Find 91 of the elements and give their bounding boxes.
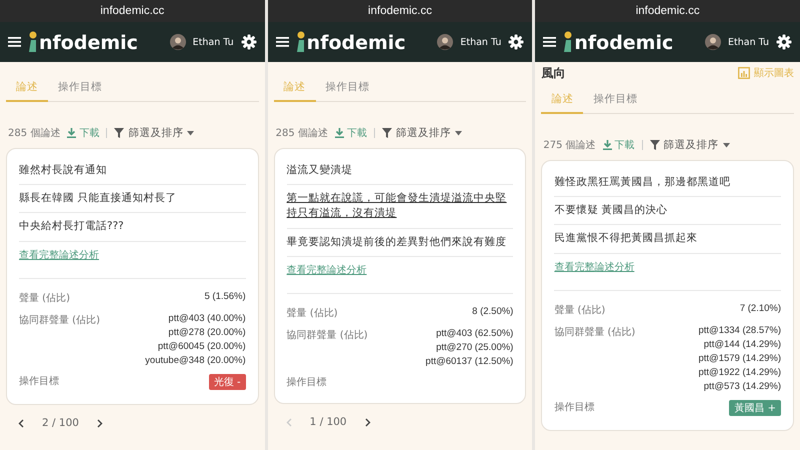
page-indicator: 2 / 100 [42, 417, 79, 430]
group-volume-value: ptt@1922 (14.29%) [698, 366, 782, 378]
next-page-button[interactable] [94, 416, 105, 430]
group-volume-value: ptt@270 (25.00%) [436, 342, 514, 353]
menu-icon[interactable] [8, 37, 21, 47]
filter-icon [650, 140, 660, 150]
download-icon [67, 128, 76, 138]
group-volume-label: 協同群聲量 (佔比) [554, 326, 636, 339]
download-button[interactable]: 下載 [602, 138, 635, 152]
filter-sort-button[interactable]: 篩選及排序 [382, 126, 462, 140]
settings-icon[interactable] [776, 34, 792, 50]
url-text: infodemic.cc [100, 5, 164, 17]
argument-sentence: 中央給村長打電話??? [19, 213, 246, 242]
logo-text: nfodemic [306, 34, 406, 53]
argument-sentence: 縣長在韓國 只能直接通知村長了 [19, 185, 246, 214]
target-tag[interactable]: 黃國昌 + [729, 400, 782, 416]
argument-sentence: 雖然村長說有通知 [19, 157, 246, 186]
download-button[interactable]: 下載 [334, 126, 367, 140]
menu-icon[interactable] [276, 37, 289, 47]
settings-icon[interactable] [240, 34, 257, 50]
next-page-button[interactable] [362, 416, 373, 429]
volume-label: 聲量 (佔比) [554, 304, 606, 317]
caret-icon [187, 130, 194, 136]
group-volume-label: 協同群聲量 (佔比) [19, 314, 100, 327]
tab[interactable]: 論述 [6, 76, 48, 102]
logo-icon [563, 31, 574, 53]
group-volume-value: ptt@403 (40.00%) [168, 312, 246, 324]
full-analysis-link[interactable]: 查看完整論述分析 [286, 256, 367, 277]
volume-label: 聲量 (佔比) [286, 306, 338, 320]
user-name: Ethan Tu [460, 36, 502, 48]
download-icon [334, 128, 344, 138]
argument-sentence: 溢流又變潰堤 [286, 157, 514, 186]
logo-icon [28, 31, 38, 53]
filter-sort-button[interactable]: 篩選及排序 [650, 138, 730, 152]
group-volume-value: ptt@60045 (20.00%) [158, 340, 246, 352]
full-analysis-link[interactable]: 查看完整論述分析 [554, 254, 634, 274]
tab[interactable]: 操作目標 [316, 76, 380, 102]
caret-icon [722, 142, 730, 148]
tab[interactable]: 操作目標 [583, 88, 648, 114]
volume-label: 聲量 (佔比) [19, 292, 70, 305]
group-volume-value: ptt@1579 (14.29%) [698, 352, 782, 364]
download-icon [602, 140, 612, 150]
tab[interactable]: 論述 [541, 88, 584, 114]
filter-icon [114, 128, 124, 138]
show-chart-button[interactable]: 顯示圖表 [738, 66, 794, 80]
url-text: infodemic.cc [368, 5, 432, 17]
volume-value: 5 (1.56%) [204, 290, 246, 302]
download-button[interactable]: 下載 [67, 126, 100, 140]
avatar-icon[interactable] [437, 34, 454, 50]
argument-sentence: 民進黨恨不得把黃國昌抓起來 [554, 225, 782, 254]
avatar-icon[interactable] [705, 34, 722, 50]
filter-icon [382, 128, 392, 138]
page-heading: 風向 [541, 64, 566, 82]
user-name: Ethan Tu [192, 36, 234, 48]
menu-icon[interactable] [543, 37, 556, 47]
target-label: 操作目標 [554, 400, 594, 414]
url-text: infodemic.cc [636, 5, 700, 17]
previous-page-button[interactable] [16, 416, 26, 430]
page-indicator: 1 / 100 [310, 416, 347, 428]
volume-value: 8 (2.50%) [472, 306, 514, 317]
group-volume-value: youtube@348 (20.00%) [145, 354, 246, 366]
logo-icon [296, 31, 306, 53]
group-volume-value: ptt@278 (20.00%) [168, 326, 246, 338]
volume-value: 7 (2.10%) [740, 302, 782, 314]
argument-sentence: 難怪政黑狂罵黃國昌，那邊都黑道吧 [554, 169, 782, 198]
avatar-icon[interactable] [170, 34, 186, 50]
group-volume-value: ptt@60137 (12.50%) [426, 356, 514, 367]
argument-count: 285 個論述 [276, 126, 328, 140]
settings-icon[interactable] [508, 34, 524, 50]
logo-text: nfodemic [574, 34, 674, 53]
argument-count: 285 個論述 [8, 126, 60, 140]
logo-text: nfodemic [39, 34, 138, 53]
argument-sentence: 畢竟要認知潰堤前後的差異對他們來說有難度 [286, 228, 514, 257]
argument-count: 275 個論述 [543, 138, 596, 152]
group-volume-label: 協同群聲量 (佔比) [286, 328, 368, 342]
target-label: 操作目標 [19, 374, 59, 388]
group-volume-value: ptt@403 (62.50%) [436, 328, 514, 339]
argument-sentence: 不要懷疑 黃國昌的決心 [554, 197, 782, 226]
user-name: Ethan Tu [728, 36, 770, 48]
tab[interactable]: 操作目標 [48, 76, 112, 102]
target-label: 操作目標 [286, 376, 327, 389]
group-volume-value: ptt@1334 (28.57%) [698, 324, 782, 336]
argument-sentence[interactable]: 第一點就在說謊，可能會發生潰堤溢流中央堅持只有溢流，沒有潰堤 [286, 185, 514, 229]
chart-icon [738, 67, 750, 79]
target-tag[interactable]: 光復 - [208, 374, 246, 390]
group-volume-value: ptt@144 (14.29%) [704, 338, 782, 350]
tab[interactable]: 論述 [274, 76, 316, 102]
filter-sort-button[interactable]: 篩選及排序 [114, 126, 194, 140]
full-analysis-link[interactable]: 查看完整論述分析 [19, 242, 99, 262]
group-volume-value: ptt@573 (14.29%) [704, 380, 782, 392]
caret-icon [454, 130, 462, 136]
